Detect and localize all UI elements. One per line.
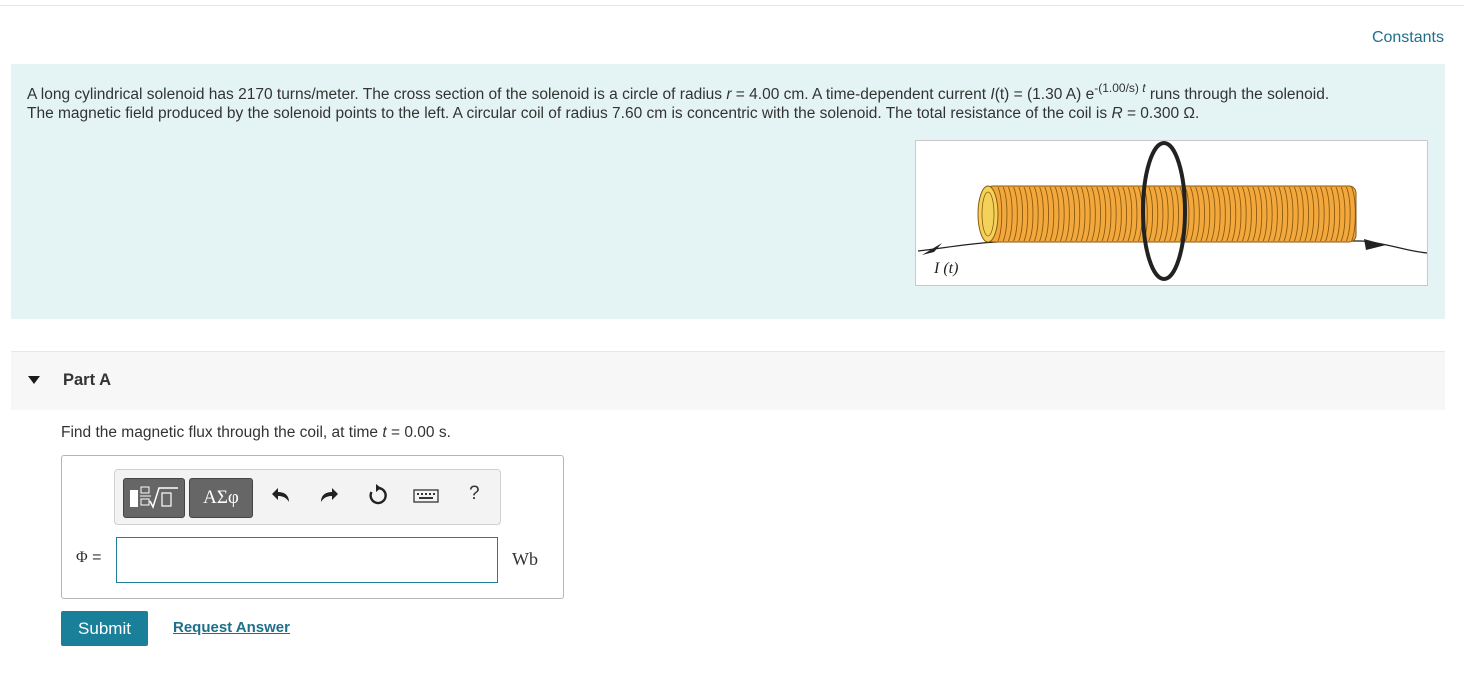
current-arrow-right [1364,239,1386,250]
answer-label: Φ = [76,549,102,566]
part-title[interactable]: Part A [63,371,111,390]
problem-text: A long cylindrical solenoid has 2170 tur… [27,81,1427,123]
undo-icon[interactable] [271,484,293,512]
reset-icon[interactable] [367,484,389,512]
problem-statement: A long cylindrical solenoid has 2170 tur… [11,64,1445,319]
constants-link[interactable]: Constants [1372,29,1444,47]
request-answer-link[interactable]: Request Answer [173,619,290,636]
help-button[interactable]: ? [469,483,480,505]
solenoid-figure: I (t) [915,140,1428,286]
part-a-header[interactable]: Part A [11,351,1445,410]
top-divider [0,5,1464,6]
math-toolbar: ΑΣφ ? [114,469,501,525]
exponent: -(1.00/s) t [1094,81,1146,95]
problem-line-1: A long cylindrical solenoid has 2170 tur… [27,81,1330,103]
question-text: Find the magnetic flux through the coil,… [61,424,451,441]
collapse-caret-icon[interactable] [28,376,40,384]
solenoid-end [977,185,999,243]
flux-answer-input[interactable] [116,537,498,583]
redo-icon[interactable] [317,484,339,512]
current-wire [917,240,1427,254]
problem-line-2: The magnetic field produced by the solen… [27,105,1200,122]
current-arrow-left [922,243,942,255]
solenoid-diagram [917,141,1427,281]
answer-box: ΑΣφ ? Φ = Wb [61,455,564,599]
keyboard-icon[interactable] [413,484,439,512]
unit-label: Wb [512,549,538,569]
submit-button[interactable]: Submit [61,611,148,646]
templates-button[interactable] [123,478,185,518]
templates-icon [130,486,178,509]
current-label: I (t) [934,260,959,277]
greek-symbols-button[interactable]: ΑΣφ [189,478,253,518]
